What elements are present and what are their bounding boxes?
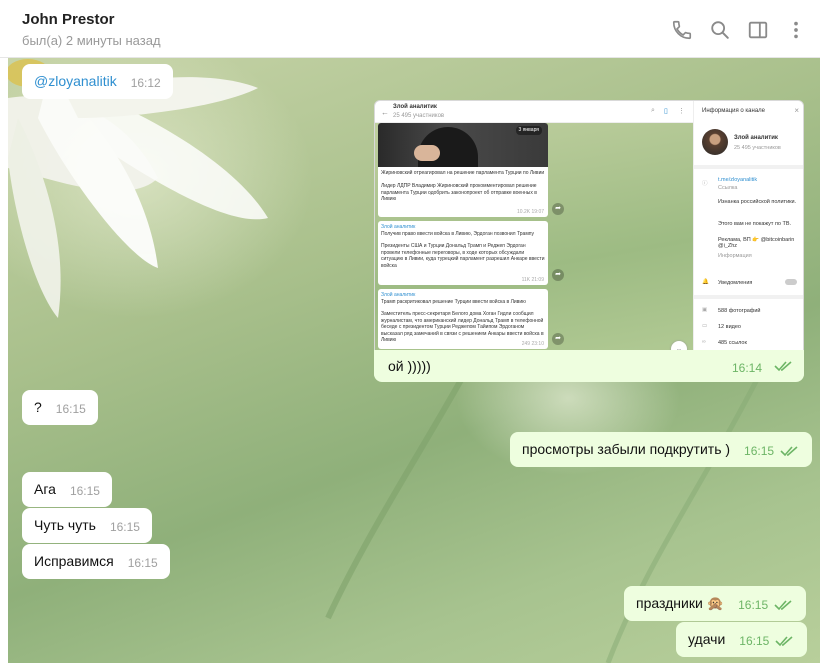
- shot-more-icon: ⋮: [678, 108, 685, 115]
- message-time: 16:15: [109, 520, 140, 534]
- message-incoming[interactable]: Ага 16:15: [22, 472, 112, 507]
- message-time: 16:15: [744, 444, 775, 458]
- message-incoming[interactable]: ? 16:15: [22, 390, 98, 425]
- message-outgoing[interactable]: просмотры забыли подкрутить ) 16:15: [510, 432, 813, 467]
- mention-link[interactable]: @zloyanalitik: [34, 73, 117, 89]
- shot-date-badge: 3 января: [515, 126, 542, 135]
- shot-toggle: [785, 279, 797, 285]
- shot-panel-info-label: Информация: [718, 253, 752, 259]
- message-time: 16:15: [739, 634, 770, 648]
- shot-post-body: Заместитель пресс-секретаря Белого дома …: [381, 311, 544, 343]
- sidebar-toggle-icon[interactable]: [747, 19, 769, 41]
- shot-post: 3 января Жириновский отреагировал на реш…: [378, 123, 548, 217]
- message-time: 16:15: [738, 598, 769, 612]
- shot-panel-videos: 12 видео: [718, 324, 741, 330]
- message-text: праздники 🙊: [636, 595, 725, 611]
- message-text: просмотры забыли подкрутить ): [522, 441, 731, 457]
- shot-post-meta: 11K 21:09: [521, 276, 544, 283]
- message-incoming[interactable]: @zloyanalitik 16:12: [22, 64, 173, 99]
- message-time: 16:15: [69, 484, 100, 498]
- shot-post-title: Получив право ввести войска в Ливию, Эрд…: [381, 230, 534, 237]
- shot-panel-icon: ▯: [664, 108, 668, 115]
- shot-panel-title: Информация о канале: [702, 108, 765, 114]
- shot-panel-link-label: Ссылка: [718, 185, 738, 191]
- chat-area[interactable]: @zloyanalitik 16:12 ← Злой аналитик 25 49…: [8, 58, 820, 663]
- shot-post-body: Президенты США и Турции Дональд Трамп и …: [381, 243, 545, 269]
- shot-panel-ads: Реклама, ВП 👉 @bitcoinbarin @i_Zhz: [718, 237, 795, 249]
- shot-panel-link: t.me/zloyanalitik: [718, 177, 758, 183]
- message-time: 16:14: [731, 361, 762, 375]
- shot-post: Злой аналитик Трамп раскритиковал решени…: [378, 289, 548, 349]
- shot-panel-photos: 588 фотографий: [718, 308, 761, 314]
- shot-chat-header: ← Злой аналитик 25 495 участников ⌕ ▯ ⋮: [375, 101, 693, 123]
- search-icon[interactable]: [709, 19, 731, 41]
- shot-panel-desc: Изнанка российской политики.: [718, 199, 797, 205]
- message-time: 16:15: [127, 556, 158, 570]
- shot-post-body: Лидер ЛДПР Владимир Жириновский прокомме…: [381, 183, 537, 202]
- shot-chat-area: 3 января Жириновский отреагировал на реш…: [375, 123, 693, 379]
- message-time: 16:12: [130, 76, 161, 90]
- shot-link-icon: ∞: [702, 339, 706, 345]
- message-text: Чуть чуть: [34, 517, 96, 533]
- message-text: Исправимся: [34, 553, 114, 569]
- shot-channel-subs: 25 495 участников: [393, 113, 445, 119]
- contact-name[interactable]: John Prestor: [22, 11, 115, 28]
- message-time: 16:15: [55, 402, 86, 416]
- message-outgoing[interactable]: удачи 16:15: [676, 622, 808, 657]
- read-checks-icon: [774, 600, 792, 611]
- read-checks-icon: [774, 361, 792, 372]
- message-text: удачи: [688, 631, 726, 647]
- shot-panel-desc: Этого вам не покажут по ТВ.: [718, 221, 792, 227]
- shot-channel-avatar: [702, 129, 728, 155]
- shot-panel-notifications: Уведомления: [718, 280, 753, 286]
- shot-post-title: Жириновский отреагировал на решение парл…: [381, 170, 545, 176]
- shot-panel-subs: 25 495 участников: [734, 145, 781, 151]
- shot-panel-links: 485 ссылок: [718, 340, 747, 346]
- read-checks-icon: [775, 636, 793, 647]
- shot-post-photo: 3 января: [378, 123, 548, 167]
- shot-share-icon: ➦: [552, 333, 564, 345]
- message-text: Ага: [34, 481, 56, 497]
- shot-channel-info-panel: Информация о канале × Злой аналитик 25 4…: [693, 101, 803, 379]
- screenshot-image[interactable]: ← Злой аналитик 25 495 участников ⌕ ▯ ⋮ …: [374, 100, 804, 380]
- shot-back-arrow-icon: ←: [381, 108, 389, 117]
- phone-icon[interactable]: [671, 19, 693, 41]
- shot-search-icon: ⌕: [651, 107, 655, 114]
- shot-share-icon: ➦: [552, 203, 564, 215]
- shot-post-title: Трамп раскритиковал решение Турции ввест…: [381, 298, 526, 305]
- message-text: ?: [34, 399, 42, 415]
- shot-post-meta: 249 23:10: [521, 340, 544, 347]
- more-vertical-icon[interactable]: [785, 19, 807, 41]
- shot-video-icon: ▭: [702, 323, 708, 329]
- message-outgoing-caption[interactable]: ой ))))) 16:14: [374, 350, 804, 382]
- chat-header: John Prestor был(а) 2 минуты назад: [0, 0, 820, 58]
- message-incoming[interactable]: Чуть чуть 16:15: [22, 508, 152, 543]
- shot-post-meta: 10.2K 19:07: [517, 208, 544, 215]
- shot-post: Злой аналитик Получив право ввести войск…: [378, 221, 548, 285]
- shot-bell-icon: 🔔: [702, 279, 709, 285]
- shot-panel-channel-name: Злой аналитик: [734, 135, 778, 141]
- shot-close-icon: ×: [794, 106, 799, 115]
- shot-info-icon: ⓘ: [702, 181, 708, 187]
- shot-photo-icon: ▣: [702, 307, 708, 313]
- shot-share-icon: ➦: [552, 269, 564, 281]
- read-checks-icon: [780, 446, 798, 457]
- contact-status: был(а) 2 минуты назад: [22, 33, 161, 48]
- shot-channel-title: Злой аналитик: [393, 104, 437, 110]
- message-text: ой ))))): [388, 358, 431, 374]
- message-outgoing[interactable]: праздники 🙊 16:15: [624, 586, 807, 621]
- message-incoming[interactable]: Исправимся 16:15: [22, 544, 170, 579]
